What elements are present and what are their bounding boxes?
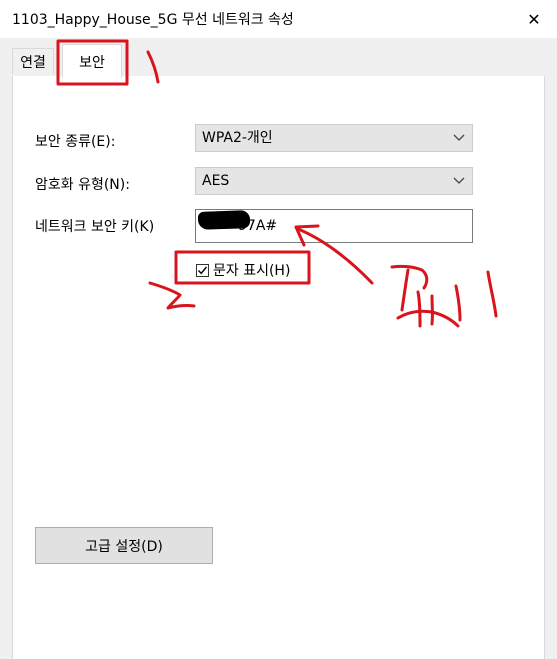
tab-security[interactable]: 보안 [62,44,122,78]
chevron-down-icon [453,168,465,194]
close-button[interactable]: ✕ [521,6,547,32]
security-type-label: 보안 종류(E): [35,134,116,150]
properties-window: 1103_Happy_House_5G 무선 네트워크 속성 ✕ 연결 보안 보… [0,0,557,659]
network-key-label: 네트워크 보안 키(K) [35,219,155,235]
checkmark-icon [197,266,208,274]
title-bar: 1103_Happy_House_5G 무선 네트워크 속성 ✕ [0,0,557,38]
tab-connection[interactable]: 연결 [12,48,54,74]
security-panel [12,76,545,659]
security-type-value: WPA2-개인 [202,130,273,146]
tab-strip: 연결 보안 [0,38,557,78]
chevron-down-icon [453,125,465,151]
security-type-select[interactable]: WPA2-개인 [195,124,473,152]
show-characters-label: 문자 표시(H) [213,263,291,279]
encryption-type-value: AES [202,173,230,189]
window-title: 1103_Happy_House_5G 무선 네트워크 속성 [12,12,294,28]
close-icon: ✕ [527,9,541,29]
advanced-settings-button[interactable]: 고급 설정(D) [35,527,213,564]
checkbox-box[interactable] [196,263,209,277]
show-characters-checkbox[interactable]: 문자 표시(H) [196,260,290,280]
encryption-type-select[interactable]: AES [195,167,473,195]
redaction-mark [197,210,251,230]
encryption-type-label: 암호화 유형(N): [35,177,130,193]
